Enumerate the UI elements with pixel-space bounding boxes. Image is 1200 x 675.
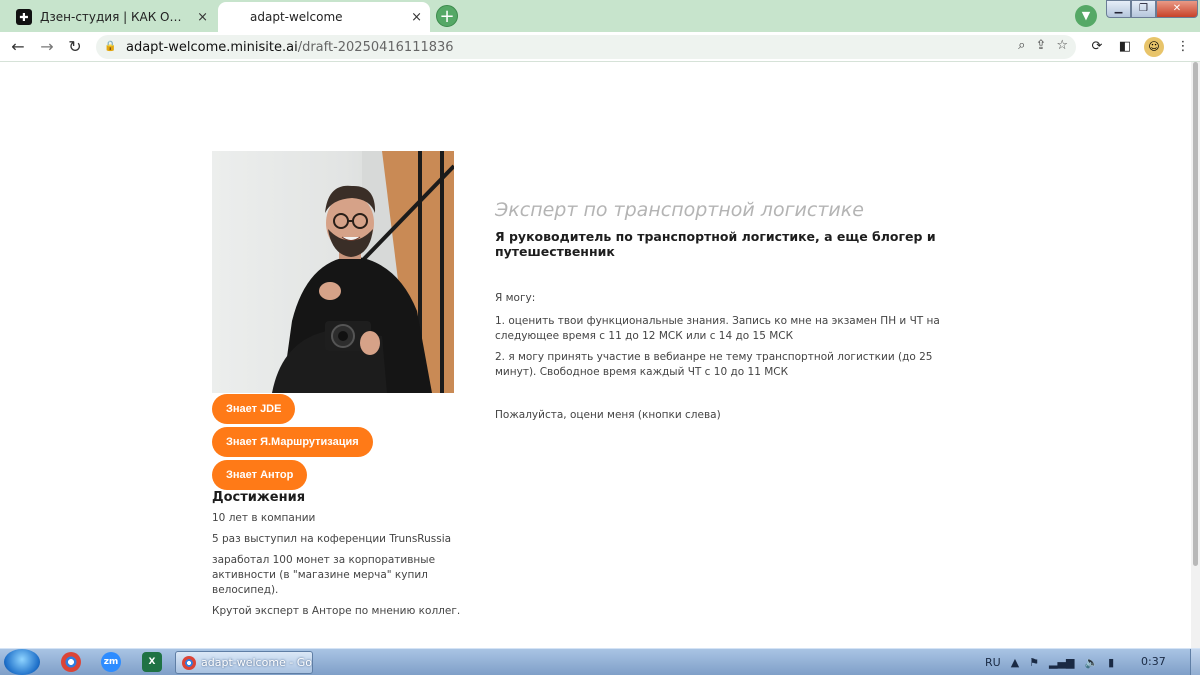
excel-icon[interactable]: X [142, 652, 162, 672]
taskbar-window-chrome[interactable]: adapt-welcome - Go... [175, 651, 313, 674]
page-viewport: Знает JDE Знает Я.Маршрутизация Знает Ан… [0, 62, 1191, 648]
chrome-icon [182, 655, 196, 670]
start-button-windows-icon[interactable] [4, 649, 40, 675]
adapt-favicon-icon: 〰 [226, 9, 242, 25]
flag-icon[interactable]: ⚑ [1029, 656, 1039, 669]
achievements-section: Достижения 10 лет в компании 5 раз высту… [212, 490, 472, 625]
side-panel-icon[interactable]: ◧ [1116, 38, 1134, 56]
achievement-item: заработал 100 монет за корпоративные акт… [212, 554, 436, 596]
page-subtitle: Я руководитель по транспортной логистике… [495, 229, 936, 259]
tab-adapt-welcome[interactable]: 〰 adapt-welcome × [218, 2, 430, 32]
lock-icon: 🔒 [104, 41, 117, 52]
dzen-favicon-icon: ✚ [16, 9, 32, 25]
page-scrollbar[interactable] [1191, 62, 1200, 648]
profile-avatar-icon[interactable]: ☺ [1144, 37, 1164, 57]
minimize-button[interactable]: ▁ [1106, 0, 1131, 18]
forward-arrow-icon[interactable]: → [36, 36, 58, 58]
back-arrow-icon[interactable]: ← [7, 36, 29, 58]
share-icon[interactable]: ⇪ [1035, 38, 1046, 53]
extension-icon[interactable]: ⟳ [1088, 38, 1106, 56]
can-item: 2. я могу принять участие в вебианре не … [495, 351, 933, 378]
profile-photo [212, 151, 454, 393]
tab-dzen-studio[interactable]: ✚ Дзен-студия | КАК ОФОРМИТЬ × [8, 2, 216, 32]
rate-note: Пожалуйста, оцени меня (кнопки слева) [495, 409, 721, 421]
browser-tabstrip: ✚ Дзен-студия | КАК ОФОРМИТЬ × 〰 adapt-w… [0, 0, 1200, 32]
maximize-button[interactable]: ❐ [1131, 0, 1156, 18]
bookmark-star-icon[interactable]: ☆ [1056, 38, 1068, 53]
achievement-item: Крутой эксперт в Анторе по мнению коллег… [212, 605, 461, 617]
tab-search-chevron-icon[interactable]: ▼ [1075, 5, 1097, 27]
new-tab-button[interactable]: + [436, 5, 458, 27]
tab-close-icon[interactable]: × [411, 10, 422, 25]
achievement-item: 10 лет в компании [212, 512, 316, 524]
network-signal-icon[interactable]: ▂▄▆ [1049, 656, 1074, 669]
taskbar-window-label: adapt-welcome - Go... [201, 656, 312, 669]
clock[interactable]: 0:37 [1141, 655, 1166, 668]
tab-title: Дзен-студия | КАК ОФОРМИТЬ [40, 10, 191, 24]
chrome-icon[interactable] [61, 652, 81, 672]
skill-chip-jde[interactable]: Знает JDE [212, 394, 296, 424]
profile-description: Эксперт по транспортной логистике Я руко… [495, 199, 975, 429]
achievement-item: 5 раз выступил на коференции TrunsRussia [212, 533, 452, 545]
reload-icon[interactable]: ↻ [64, 36, 86, 58]
battery-icon[interactable]: ▮ [1108, 656, 1114, 669]
achievements-title: Достижения [212, 490, 306, 505]
show-desktop-button[interactable] [1190, 649, 1200, 675]
menu-kebab-icon[interactable]: ⋮ [1174, 38, 1192, 56]
window-controls: ▁ ❐ ✕ [1106, 0, 1200, 20]
page-title: Эксперт по транспортной логистике [495, 199, 864, 221]
tab-close-icon[interactable]: × [197, 10, 208, 25]
volume-icon[interactable]: 🔈 [1084, 656, 1098, 669]
url-path: /draft-20250416111836 [297, 39, 454, 55]
tray-expand-icon[interactable]: ▲ [1011, 656, 1019, 669]
windows-taskbar: zm X adapt-welcome - Go... RU ▲ ⚑ ▂▄▆ 🔈 … [0, 648, 1200, 675]
close-window-button[interactable]: ✕ [1156, 0, 1198, 18]
tab-title: adapt-welcome [250, 10, 343, 24]
browser-toolbar: ← → ↻ 🔒 adapt-welcome.minisite.ai/draft-… [0, 32, 1200, 62]
skill-chips: Знает JDE Знает Я.Маршрутизация Знает Ан… [212, 394, 373, 493]
can-item: 1. оценить твои функциональные знания. З… [495, 315, 940, 342]
can-label: Я могу: [495, 292, 536, 304]
language-indicator[interactable]: RU [985, 656, 1001, 669]
address-bar[interactable]: 🔒 adapt-welcome.minisite.ai/draft-202504… [96, 35, 1076, 59]
zoom-magnifier-icon[interactable]: ⌕ [1018, 38, 1025, 53]
skill-chip-yandex-routing[interactable]: Знает Я.Маршрутизация [212, 427, 373, 457]
zoom-icon[interactable]: zm [101, 652, 121, 672]
scrollbar-thumb[interactable] [1193, 62, 1198, 566]
skill-chip-antor[interactable]: Знает Антор [212, 460, 308, 490]
system-tray: RU ▲ ⚑ ▂▄▆ 🔈 ▮ [985, 649, 1114, 675]
url-host: adapt-welcome.minisite.ai [126, 39, 298, 55]
